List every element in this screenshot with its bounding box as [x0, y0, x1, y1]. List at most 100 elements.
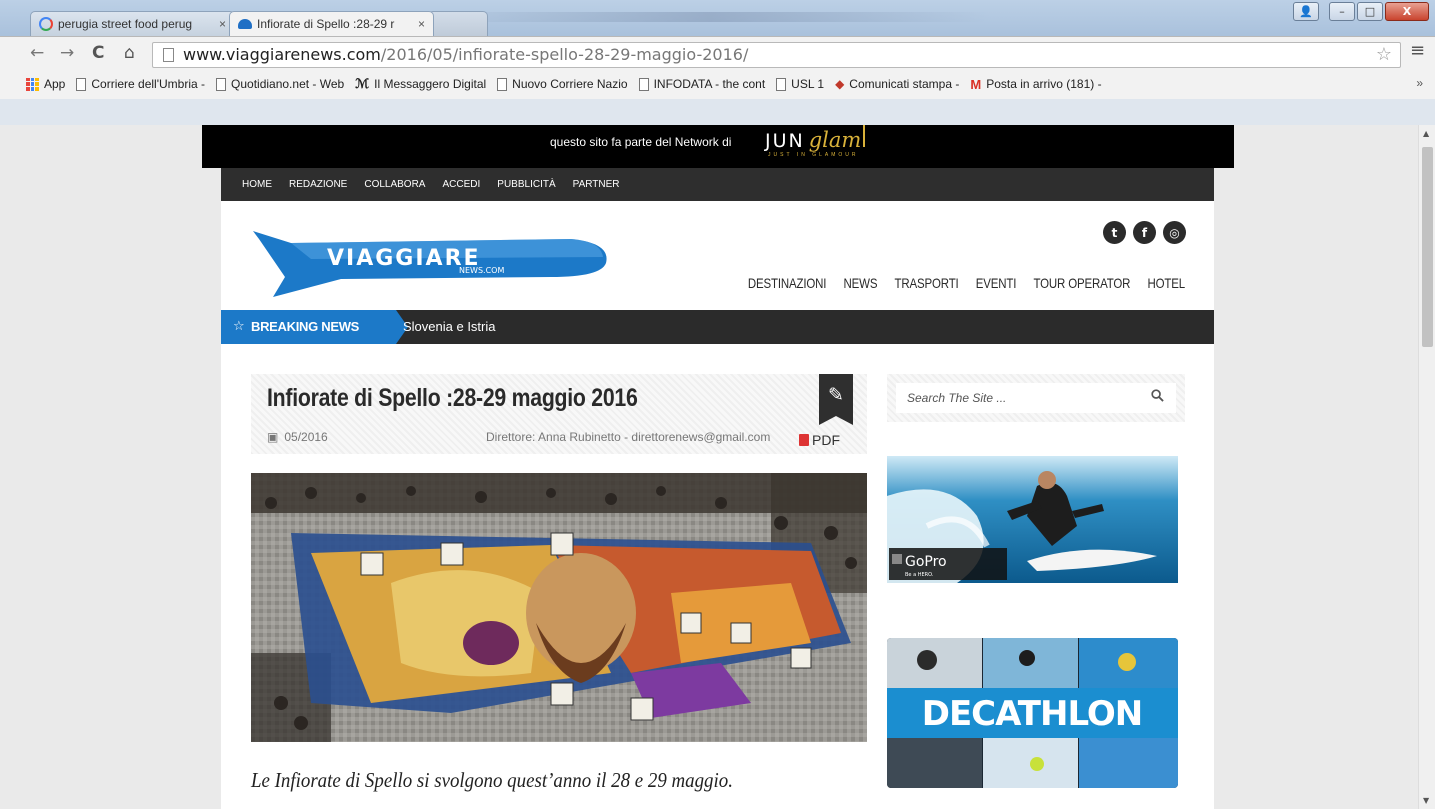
apps-grid-icon [26, 77, 39, 91]
minimize-button[interactable]: – [1329, 2, 1355, 21]
scroll-down-arrow-icon[interactable]: ▼ [1423, 796, 1429, 805]
article-date: ▣ 05/2016 [267, 430, 328, 444]
logo-main-text: VIAGGIARE [327, 246, 481, 271]
tab-google-search[interactable]: perugia street food perug × [30, 11, 235, 36]
bookmark-label: Comunicati stampa - [849, 77, 960, 91]
window-controls: 👤 – □ X [1293, 2, 1429, 21]
twitter-icon[interactable]: t [1103, 221, 1126, 244]
page-icon [163, 48, 174, 62]
breaking-news-bar: BREAKING NEWS ☆ Slovenia e Istria [221, 310, 1214, 344]
reload-button[interactable]: C [92, 43, 104, 63]
logo-script-text: glam [808, 128, 862, 152]
article-header: Infiorate di Spello :28-29 maggio 2016 ✎… [251, 374, 867, 454]
article-author[interactable]: Direttore: Anna Rubinetto - direttorenew… [486, 430, 770, 444]
topnav-home[interactable]: HOME [242, 179, 272, 190]
bookmark-item[interactable]: M Posta in arrivo (181) - [970, 77, 1101, 92]
logo-plane-graphic: VIAGGIARE NEWS.COM [253, 231, 607, 297]
edit-icon[interactable]: ✎ [819, 374, 853, 425]
search-input[interactable] [907, 388, 1127, 408]
calendar-icon: ▣ [267, 430, 279, 444]
messaggero-icon: ℳ [355, 76, 370, 92]
gopro-ad-banner[interactable]: GoPro Be a HERO. [887, 456, 1178, 583]
logo-bar [863, 125, 866, 147]
breaking-news-ticker[interactable]: Slovenia e Istria [403, 310, 496, 344]
article-lead: Le Infiorate di Spello si svolgono quest… [251, 768, 733, 792]
nav-hotel[interactable]: HOTEL [1148, 275, 1186, 291]
bookmark-item[interactable]: ℳ Il Messaggero Digital [355, 77, 486, 92]
search-box [896, 383, 1176, 413]
bookmark-item[interactable]: Quotidiano.net - Web [216, 77, 344, 91]
bookmark-item[interactable]: ◆ Comunicati stampa - [835, 77, 959, 91]
search-icon[interactable] [1151, 389, 1164, 402]
vertical-scrollbar[interactable]: ▲ ▼ [1418, 125, 1435, 809]
nav-news[interactable]: NEWS [844, 275, 878, 291]
infiorata-photo [251, 473, 867, 742]
nav-eventi[interactable]: EVENTI [976, 275, 1017, 291]
bookmark-label: Il Messaggero Digital [374, 77, 487, 91]
site-logo[interactable]: VIAGGIARE NEWS.COM [251, 219, 611, 303]
bookmark-label: App [44, 77, 66, 91]
maximize-button[interactable]: □ [1357, 2, 1383, 21]
tab-viaggiarenews[interactable]: Infiorate di Spello :28-29 r × [229, 11, 434, 36]
network-banner[interactable]: questo sito fa parte del Network di JUN … [202, 125, 1234, 168]
date-text: 05/2016 [284, 430, 328, 444]
bookmark-label: USL 1 [791, 77, 825, 91]
browser-menu-icon[interactable]: ≡ [1410, 40, 1425, 61]
page-viewport: questo sito fa parte del Network di JUN … [0, 125, 1435, 809]
instagram-icon[interactable]: ◎ [1163, 221, 1186, 244]
new-tab-button[interactable] [428, 11, 488, 36]
bookmark-item[interactable]: Corriere dell'Umbria - [76, 77, 205, 91]
topnav-pubblicita[interactable]: PUBBLICITÀ [497, 179, 555, 190]
main-navigation: DESTINAZIONI NEWS TRASPORTI EVENTI TOUR … [748, 275, 1185, 291]
gmail-icon: M [970, 76, 982, 92]
tab-close-icon[interactable]: × [418, 17, 425, 31]
decathlon-ad-banner[interactable]: DECATHLON [887, 638, 1178, 788]
home-button[interactable]: ⌂ [124, 43, 135, 63]
back-button[interactable]: ← [30, 43, 44, 63]
article-hero-image [251, 473, 867, 742]
nav-trasporti[interactable]: TRASPORTI [895, 275, 959, 291]
bookmark-apps[interactable]: App [26, 77, 65, 91]
topnav-partner[interactable]: PARTNER [573, 179, 620, 190]
document-icon [216, 77, 227, 91]
site-header: VIAGGIARE NEWS.COM t f ◎ DESTINAZIONI NE… [221, 201, 1214, 310]
address-bar[interactable]: www.viaggiarenews.com/2016/05/infiorate-… [152, 42, 1401, 68]
decathlon-ad-image: DECATHLON [887, 638, 1178, 788]
topnav-redazione[interactable]: REDAZIONE [289, 179, 347, 190]
nav-tour-operator[interactable]: TOUR OPERATOR [1034, 275, 1131, 291]
breaking-news-label: BREAKING NEWS [221, 310, 408, 344]
document-icon [76, 77, 87, 91]
tab-close-icon[interactable]: × [219, 17, 226, 31]
scrollbar-thumb[interactable] [1422, 147, 1433, 347]
bookmark-item[interactable]: Nuovo Corriere Nazio [497, 77, 628, 91]
bookmark-label: Quotidiano.net - Web [231, 77, 345, 91]
gopro-brand-text: GoPro [905, 554, 947, 570]
bookmark-label: Posta in arrivo (181) - [986, 77, 1102, 91]
bookmark-item[interactable]: INFODATA - the cont [638, 77, 766, 91]
topnav-collabora[interactable]: COLLABORA [364, 179, 425, 190]
tab-label: Infiorate di Spello :28-29 r [257, 17, 395, 31]
bookmarks-bar: App Corriere dell'Umbria - Quotidiano.ne… [0, 71, 1435, 97]
document-icon [497, 77, 508, 91]
window-title-blurred [430, 12, 990, 22]
bookmark-item[interactable]: USL 1 [776, 77, 824, 91]
pdf-button[interactable]: PDF [799, 432, 840, 448]
bookmark-label: INFODATA - the cont [653, 77, 766, 91]
nav-destinazioni[interactable]: DESTINAZIONI [748, 275, 827, 291]
social-links: t f ◎ [1103, 221, 1186, 244]
forward-button[interactable]: → [60, 43, 74, 63]
network-text: questo sito fa parte del Network di [550, 135, 732, 149]
close-window-button[interactable]: X [1385, 2, 1429, 21]
sidebar-search [887, 374, 1185, 422]
bookmarks-overflow-button[interactable]: » [1416, 76, 1423, 90]
scroll-up-arrow-icon[interactable]: ▲ [1423, 129, 1429, 138]
tab-strip: perugia street food perug × Infiorate di… [30, 11, 488, 36]
decathlon-brand-text: DECATHLON [922, 694, 1143, 734]
region-umbria-icon: ◆ [835, 77, 845, 91]
breaking-label-text: BREAKING NEWS [251, 319, 360, 334]
facebook-icon[interactable]: f [1133, 221, 1156, 244]
top-navigation: HOME REDAZIONE COLLABORA ACCEDI PUBBLICI… [221, 168, 1214, 201]
topnav-accedi[interactable]: ACCEDI [442, 179, 480, 190]
user-profile-button[interactable]: 👤 [1293, 2, 1319, 21]
bookmark-star-icon[interactable]: ☆ [1376, 43, 1392, 67]
